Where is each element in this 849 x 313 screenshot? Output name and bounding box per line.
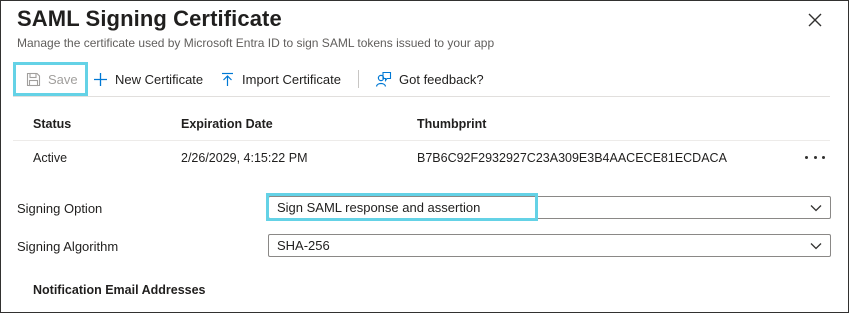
close-button[interactable] xyxy=(804,9,826,31)
floppy-disk-icon xyxy=(26,72,41,86)
signing-option-value: Sign SAML response and assertion xyxy=(277,200,481,215)
feedback-label: Got feedback? xyxy=(399,71,484,87)
chevron-down-icon xyxy=(810,243,822,250)
signing-algorithm-label: Signing Algorithm xyxy=(17,239,119,254)
cell-thumbprint: B7B6C92F2932927C23A309E3B4AACECE81ECDACA xyxy=(417,151,727,165)
import-certificate-button[interactable]: Import Certificate xyxy=(220,62,341,96)
panel-subtitle: Manage the certificate used by Microsoft… xyxy=(17,36,495,50)
plus-icon xyxy=(94,72,107,86)
column-header-thumbprint: Thumbprint xyxy=(417,117,487,131)
cell-expiration: 2/26/2029, 4:15:22 PM xyxy=(181,151,308,165)
toolbar-separator xyxy=(358,70,359,88)
feedback-button[interactable]: Got feedback? xyxy=(375,62,484,96)
signing-option-dropdown[interactable]: Sign SAML response and assertion xyxy=(268,196,831,219)
upload-arrow-icon xyxy=(222,72,233,86)
close-icon xyxy=(808,13,822,27)
panel-title: SAML Signing Certificate xyxy=(17,6,282,31)
chevron-down-icon xyxy=(810,205,822,212)
table-header-divider xyxy=(13,140,830,141)
cell-status: Active xyxy=(33,151,68,165)
column-header-status: Status xyxy=(33,117,72,131)
ellipsis-dot xyxy=(805,155,808,159)
signing-algorithm-dropdown[interactable]: SHA-256 xyxy=(268,234,831,257)
import-certificate-label: Import Certificate xyxy=(242,71,341,87)
person-feedback-icon xyxy=(375,71,392,87)
notification-email-heading: Notification Email Addresses xyxy=(33,283,206,297)
new-certificate-button[interactable]: New Certificate xyxy=(93,62,203,96)
save-label: Save xyxy=(48,71,78,87)
save-button[interactable]: Save xyxy=(13,62,88,96)
ellipsis-dot xyxy=(822,155,825,159)
ellipsis-dot xyxy=(813,155,817,159)
more-options-button[interactable] xyxy=(805,149,825,165)
command-bar: Save New Certificate Import Certificate … xyxy=(13,62,830,96)
signing-algorithm-value: SHA-256 xyxy=(277,238,330,253)
toolbar-divider xyxy=(13,96,830,97)
signing-option-label: Signing Option xyxy=(17,201,103,216)
new-certificate-label: New Certificate xyxy=(115,71,204,87)
column-header-expiration: Expiration Date xyxy=(181,117,273,131)
